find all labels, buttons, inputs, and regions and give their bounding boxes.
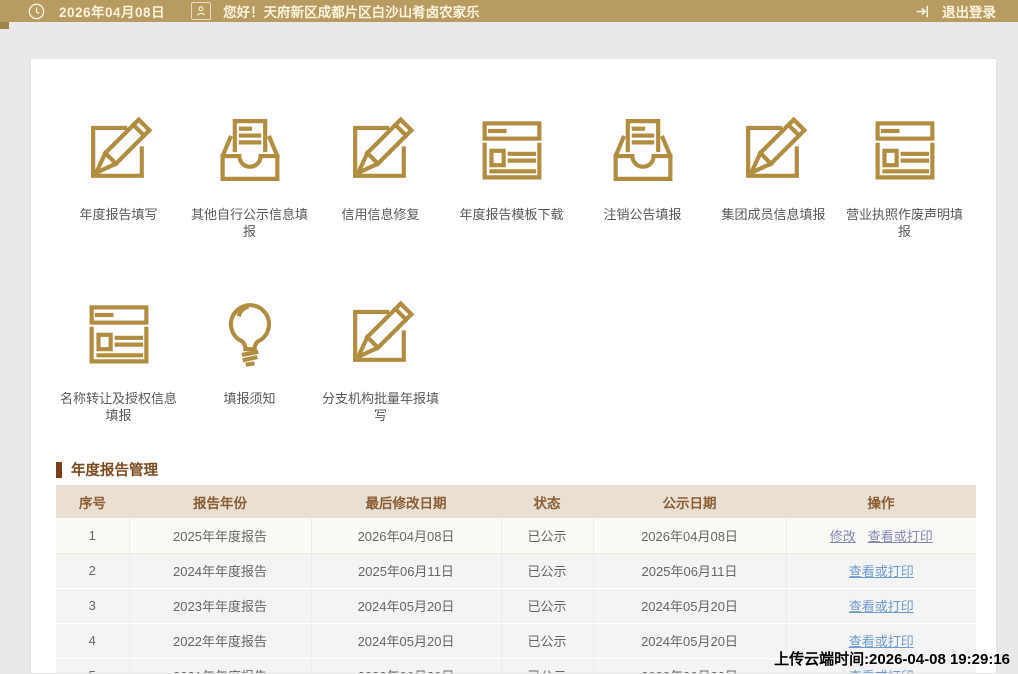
user-greeting: 您好！天府新区成都片区白沙山肴卤农家乐 (223, 5, 480, 20)
actions-cell: 修改 查看或打印 (786, 518, 976, 554)
feature-item[interactable]: 年度报告填写 (53, 111, 184, 240)
table-row: 2 2024年年度报告 2025年06月11日 已公示 2025年06月11日 查看或打印 (56, 553, 976, 589)
feature-label: 其他自行公示信息填报 (190, 207, 308, 239)
feature-item[interactable]: 年度报告模板下载 (446, 111, 577, 240)
table-row: 3 2023年年度报告 2024年05月20日 已公示 2024年05月20日 查看或打印 (56, 588, 976, 624)
view-or-print-link[interactable]: 查看或打印 (849, 599, 914, 614)
feature-item[interactable]: 注销公告填报 (577, 111, 708, 240)
report-year: 2024年年度报告 (129, 553, 312, 589)
topbar-corner-accent (0, 22, 9, 29)
status-badge: 已公示 (501, 588, 594, 624)
actions-cell: 查看或打印 (786, 553, 976, 589)
feature-item[interactable]: 填报须知 (184, 295, 315, 424)
section-title: 年度报告管理 (71, 463, 158, 479)
last-modified-date: 2026年04月08日 (311, 518, 502, 554)
row-number: 1 (56, 518, 130, 554)
table-column-header: 状态 (501, 485, 593, 518)
publish-date: 2024年05月20日 (593, 588, 787, 624)
table-row: 1 2025年年度报告 2026年04月08日 已公示 2026年04月08日 修改 查看或… (56, 518, 976, 554)
publish-date: 2022年06月30日 (593, 658, 787, 673)
view-or-print-link[interactable]: 查看或打印 (849, 669, 914, 673)
feature-label: 集团成员信息填报 (721, 207, 826, 222)
table-header-row: 序号 报告年份 最后修改日期 状态 公示日期 操作 (56, 485, 976, 518)
edit-icon (80, 111, 158, 189)
feature-label: 注销公告填报 (603, 207, 682, 222)
publish-date: 2025年06月11日 (593, 553, 787, 589)
feature-grid-row-2: 名称转让及授权信息填报 填报须知 分支机构批量年报填写 (53, 295, 446, 424)
feature-grid-row-1: 年度报告填写 其他自行公示信息填报 信用信息修复 年度报告模板下载 注销公告填报… (53, 111, 970, 240)
row-number: 3 (56, 588, 130, 624)
edit-icon (342, 295, 420, 373)
webpage-icon (866, 111, 944, 189)
report-year: 2025年年度报告 (129, 518, 312, 554)
user-icon (191, 2, 212, 20)
inbox-icon (211, 111, 289, 189)
last-modified-date: 2025年06月11日 (311, 553, 502, 589)
logout-label: 退出登录 (942, 5, 996, 20)
section-header: 年度报告管理 (56, 459, 158, 480)
feature-item[interactable]: 名称转让及授权信息填报 (53, 295, 184, 424)
status-badge: 已公示 (501, 623, 594, 659)
edit-icon (735, 111, 813, 189)
view-or-print-link[interactable]: 查看或打印 (849, 634, 914, 649)
feature-label: 营业执照作废声明填报 (845, 207, 963, 239)
actions-cell: 查看或打印 (786, 588, 976, 624)
feature-item[interactable]: 营业执照作废声明填报 (839, 111, 970, 240)
publish-date: 2026年04月08日 (593, 518, 787, 554)
inbox-icon (604, 111, 682, 189)
annual-report-table: 序号 报告年份 最后修改日期 状态 公示日期 操作 1 2025年年度报告 2026年04月0… (56, 485, 976, 673)
modify-link[interactable]: 修改 (830, 529, 856, 544)
view-or-print-link[interactable]: 查看或打印 (849, 564, 914, 579)
feature-item[interactable]: 集团成员信息填报 (708, 111, 839, 240)
clock-icon (28, 3, 45, 20)
report-year: 2022年年度报告 (129, 623, 312, 659)
feature-label: 名称转让及授权信息填报 (59, 391, 177, 423)
table-column-header: 序号 (56, 485, 129, 518)
row-number: 5 (56, 658, 130, 673)
row-number: 4 (56, 623, 130, 659)
logout-icon (915, 3, 932, 20)
feature-label: 分支机构批量年报填写 (321, 391, 439, 423)
bulb-icon (211, 295, 289, 373)
feature-label: 年度报告填写 (79, 207, 158, 222)
feature-label: 年度报告模板下载 (459, 207, 564, 222)
table-column-header: 操作 (786, 485, 976, 518)
feature-item[interactable]: 分支机构批量年报填写 (315, 295, 446, 424)
topbar: 2026年04月08日 您好！天府新区成都片区白沙山肴卤农家乐 退出登录 (0, 0, 1018, 22)
feature-label: 填报须知 (223, 391, 276, 406)
webpage-icon (473, 111, 551, 189)
topbar-left-group: 2026年04月08日 您好！天府新区成都片区白沙山肴卤农家乐 (0, 1, 480, 21)
row-number: 2 (56, 553, 130, 589)
main-panel: 年度报告填写 其他自行公示信息填报 信用信息修复 年度报告模板下载 注销公告填报… (30, 58, 997, 674)
webpage-icon (80, 295, 158, 373)
upload-cloud-timestamp: 上传云端时间:2026-04-08 19:29:16 (774, 651, 1010, 668)
publish-date: 2024年05月20日 (593, 623, 787, 659)
last-modified-date: 2024年05月20日 (311, 623, 502, 659)
status-badge: 已公示 (501, 518, 594, 554)
report-year: 2023年年度报告 (129, 588, 312, 624)
section-accent-bar (56, 461, 62, 478)
view-or-print-link[interactable]: 查看或打印 (868, 529, 933, 544)
logout-button[interactable]: 退出登录 (915, 1, 1018, 21)
status-badge: 已公示 (501, 658, 594, 673)
table-column-header: 公示日期 (593, 485, 786, 518)
table-column-header: 报告年份 (129, 485, 311, 518)
last-modified-date: 2024年05月20日 (311, 588, 502, 624)
last-modified-date: 2022年06月30日 (311, 658, 502, 673)
report-year: 2021年年度报告 (129, 658, 312, 673)
edit-icon (342, 111, 420, 189)
current-date: 2026年04月08日 (59, 5, 166, 20)
feature-label: 信用信息修复 (341, 207, 420, 222)
status-badge: 已公示 (501, 553, 594, 589)
feature-item[interactable]: 信用信息修复 (315, 111, 446, 240)
feature-item[interactable]: 其他自行公示信息填报 (184, 111, 315, 240)
table-column-header: 最后修改日期 (311, 485, 501, 518)
